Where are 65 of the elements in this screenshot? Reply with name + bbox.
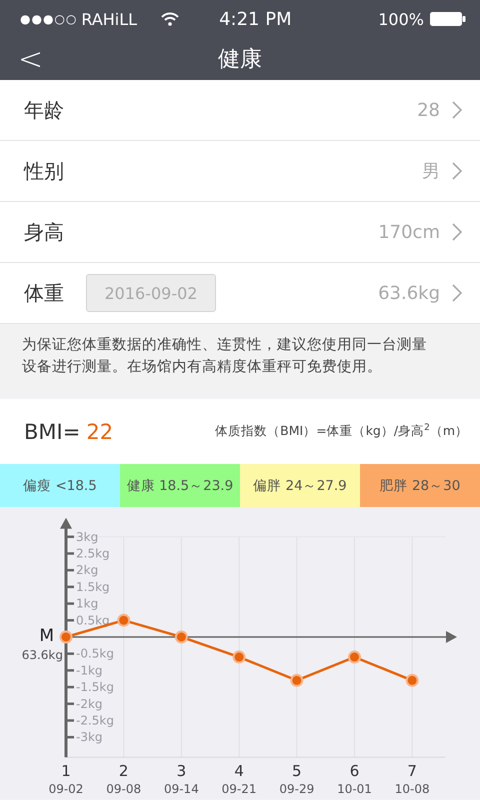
- data-point: [232, 650, 246, 664]
- page-title: 健康: [218, 46, 262, 74]
- tick-label: 2kg: [76, 563, 98, 578]
- tick-label: -3kg: [76, 730, 103, 744]
- x-label: 1: [61, 762, 71, 780]
- chevron-icon: [452, 284, 462, 302]
- battery-percent: 100%: [378, 10, 424, 28]
- tick-label: -1kg: [76, 663, 103, 678]
- bmi-label: BMI=: [24, 420, 80, 444]
- back-button[interactable]: <: [14, 42, 48, 77]
- tick-label: -2.5kg: [76, 714, 114, 728]
- legend-band: 偏胖 24～27.9: [240, 464, 360, 507]
- tick-label: 1kg: [76, 596, 98, 611]
- data-point: [290, 674, 304, 687]
- row-label: 性别: [24, 158, 64, 184]
- data-point: [117, 614, 130, 627]
- row-label: 身高: [24, 218, 64, 246]
- data-point: [406, 674, 419, 687]
- date-label: 09-21: [222, 782, 257, 796]
- row-value: 63.6kg: [378, 282, 440, 304]
- list-row[interactable]: 身高 170cm: [0, 202, 480, 263]
- tick-label: 2.5kg: [76, 546, 110, 560]
- legend-band: 偏瘦 <18.5: [0, 464, 120, 507]
- tick-label: -1.5kg: [76, 680, 114, 694]
- baseline-label: M: [39, 626, 54, 646]
- tick-label: -0.5kg: [76, 646, 114, 661]
- list-row[interactable]: 年龄 28: [0, 80, 480, 141]
- x-label: 3: [176, 762, 186, 780]
- date-label: 09-14: [164, 782, 199, 796]
- data-point: [60, 630, 72, 644]
- list-row[interactable]: 体重 2016-09-02 63.6kg: [0, 263, 480, 324]
- data-point: [348, 650, 361, 664]
- bmi-formula: 体质指数（BMI）=体重（kg）/身高$^{2}$（m）: [215, 422, 468, 440]
- legend-band: 肥胖 28～30: [360, 464, 480, 507]
- x-label: 7: [407, 762, 417, 780]
- date-label: 10-08: [394, 782, 430, 796]
- x-label: 5: [292, 762, 302, 780]
- row-value: 28: [417, 100, 440, 120]
- baseline-value: 63.6kg: [22, 648, 63, 662]
- list-row[interactable]: 性别 男: [0, 141, 480, 202]
- chevron-icon: [452, 101, 462, 119]
- row-value: 男: [422, 160, 440, 183]
- tick-label: -2kg: [76, 696, 103, 711]
- date-label: 09-02: [48, 782, 84, 796]
- data-point: [174, 630, 188, 644]
- tick-label: 3kg: [76, 530, 98, 544]
- date-label: 09-08: [106, 782, 142, 796]
- legend-band: 健康 18.5～23.9: [120, 464, 240, 507]
- row-label: 年龄: [24, 96, 64, 124]
- row-label: 体重: [24, 280, 64, 306]
- tick-label: 1.5kg: [76, 580, 110, 594]
- x-label: 4: [234, 762, 244, 780]
- signal-strength: ●●●○○: [20, 12, 78, 26]
- date-label: 09-29: [279, 782, 314, 796]
- row-value: 170cm: [378, 222, 440, 242]
- clock-time: 4:21 PM: [219, 8, 292, 30]
- carrier-name: RAHiLL: [81, 10, 138, 28]
- wifi-icon: [161, 12, 180, 26]
- battery-icon: [430, 12, 466, 26]
- date-label: 10-01: [337, 782, 372, 796]
- chevron-icon: [452, 162, 462, 180]
- bmi-value: 22: [86, 420, 114, 444]
- x-label: 2: [118, 762, 128, 780]
- x-label: 6: [350, 762, 360, 780]
- chevron-icon: [452, 223, 462, 241]
